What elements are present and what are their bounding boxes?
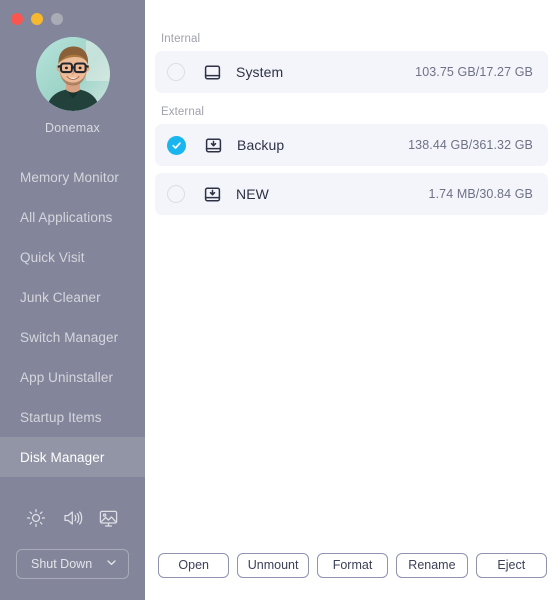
sidebar-item-label: Disk Manager — [20, 449, 105, 465]
group-label-internal: Internal — [161, 33, 201, 45]
sidebar: Donemax Memory Monitor All Applications … — [0, 0, 145, 600]
close-button[interactable] — [11, 13, 23, 25]
disk-capacity: 103.75 GB/17.27 GB — [415, 65, 533, 79]
disk-capacity: 138.44 GB/361.32 GB — [408, 138, 533, 152]
sidebar-item-label: Memory Monitor — [20, 169, 119, 185]
sidebar-item-switch-manager[interactable]: Switch Manager — [0, 317, 145, 357]
sidebar-item-label: App Uninstaller — [20, 369, 114, 385]
minimize-button[interactable] — [31, 13, 43, 25]
group-label-external: External — [161, 106, 204, 118]
disk-capacity: 1.74 MB/30.84 GB — [428, 187, 533, 201]
disk-row-backup[interactable]: Backup 138.44 GB/361.32 GB — [155, 124, 548, 166]
profile-section: Donemax — [0, 37, 145, 135]
external-disk-icon — [202, 184, 222, 204]
shut-down-label: Shut Down — [31, 557, 93, 571]
sidebar-item-label: Junk Cleaner — [20, 289, 101, 305]
external-disk-icon — [203, 135, 223, 155]
avatar — [35, 37, 110, 111]
system-icons — [0, 503, 145, 533]
profile-name: Donemax — [45, 121, 100, 135]
disk-select-radio-checked[interactable] — [167, 135, 186, 155]
user-avatar-photo — [35, 37, 110, 111]
volume-icon[interactable] — [61, 507, 83, 529]
display-icon[interactable] — [98, 507, 120, 529]
action-buttons: Open Unmount Format Rename Eject — [145, 544, 560, 600]
main-panel: Internal System 103.75 GB/17.27 GB Exter… — [145, 0, 560, 600]
internal-disk-icon — [202, 62, 222, 82]
brightness-icon[interactable] — [25, 507, 47, 529]
eject-button[interactable]: Eject — [475, 552, 548, 578]
app-window: Donemax Memory Monitor All Applications … — [0, 0, 560, 600]
format-button[interactable]: Format — [316, 552, 389, 578]
rename-button[interactable]: Rename — [396, 552, 468, 578]
sidebar-item-label: Startup Items — [20, 409, 102, 425]
disk-list: Internal System 103.75 GB/17.27 GB Exter… — [145, 0, 560, 544]
check-icon — [172, 141, 181, 149]
disk-row-new[interactable]: NEW 1.74 MB/30.84 GB — [155, 173, 548, 215]
sidebar-item-all-applications[interactable]: All Applications — [0, 197, 145, 237]
sidebar-item-startup-items[interactable]: Startup Items — [0, 397, 145, 437]
sidebar-nav: Memory Monitor All Applications Quick Vi… — [0, 157, 145, 477]
sidebar-item-label: Switch Manager — [20, 329, 119, 345]
disk-select-radio[interactable] — [167, 185, 185, 203]
disk-select-radio[interactable] — [167, 63, 185, 81]
disk-name: Backup — [237, 137, 285, 153]
shut-down-button[interactable]: Shut Down — [16, 549, 129, 579]
sidebar-item-app-uninstaller[interactable]: App Uninstaller — [0, 357, 145, 397]
zoom-button[interactable] — [51, 13, 63, 25]
chevron-down-icon — [105, 556, 118, 572]
disk-name: NEW — [236, 186, 269, 202]
sidebar-item-label: All Applications — [20, 209, 113, 225]
sidebar-item-disk-manager[interactable]: Disk Manager — [0, 437, 145, 477]
disk-row-system[interactable]: System 103.75 GB/17.27 GB — [155, 51, 548, 93]
sidebar-item-quick-visit[interactable]: Quick Visit — [0, 237, 145, 277]
sidebar-item-memory-monitor[interactable]: Memory Monitor — [0, 157, 145, 197]
traffic-lights — [0, 0, 145, 27]
sidebar-item-junk-cleaner[interactable]: Junk Cleaner — [0, 277, 145, 317]
disk-name: System — [236, 64, 284, 80]
sidebar-item-label: Quick Visit — [20, 249, 85, 265]
unmount-button[interactable]: Unmount — [237, 552, 309, 578]
open-button[interactable]: Open — [158, 552, 230, 578]
